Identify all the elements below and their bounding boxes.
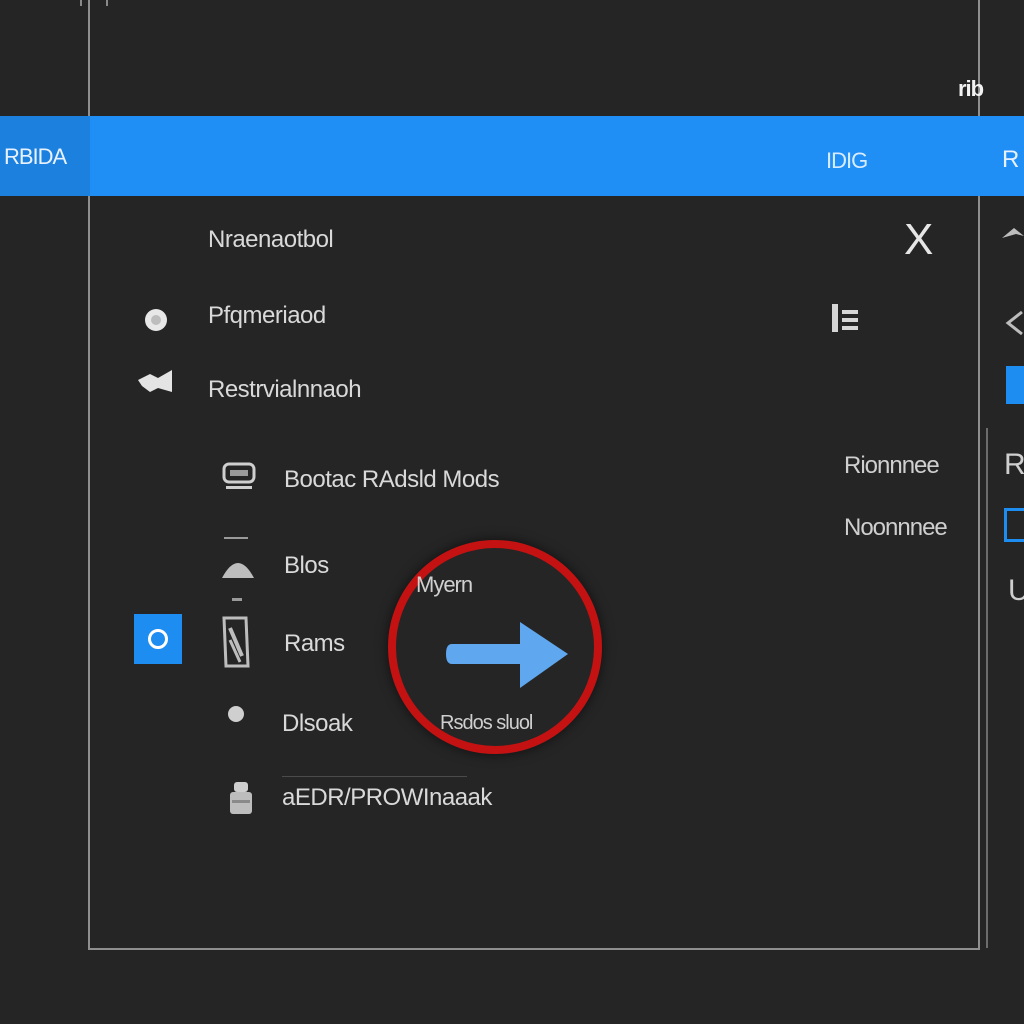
dot-icon (226, 704, 246, 729)
right-panel-label[interactable]: Rionnnee (844, 452, 940, 480)
header-center-label[interactable]: IDIG (826, 148, 868, 174)
right-panel-label[interactable]: Noonnnee (844, 514, 948, 542)
arrow-right-icon[interactable] (444, 616, 574, 701)
caret-up-icon[interactable] (1000, 222, 1024, 247)
dot-icon (142, 306, 170, 339)
stamp-icon (226, 780, 256, 825)
highlight-top-label: Myern (416, 572, 473, 597)
close-button[interactable]: X (904, 218, 933, 262)
selected-item-badge[interactable] (134, 614, 182, 664)
right-edge-indicator (1004, 508, 1024, 542)
item-underline (282, 776, 467, 777)
right-edge-glyph: U (1008, 574, 1024, 607)
right-edge-glyph: R (1004, 448, 1024, 481)
menu-item-label[interactable]: aEDR/PROWInaaak (282, 784, 492, 812)
menu-item-label[interactable]: Rams (284, 630, 345, 658)
menu-item-label[interactable]: Bootac RAdsld Mods (284, 466, 500, 494)
corner-label: rib (958, 76, 984, 101)
drive-icon (220, 460, 260, 497)
pane-divider[interactable] (986, 428, 988, 948)
menu-title: Nraenaotbol (208, 226, 334, 253)
eject-icon (218, 534, 258, 609)
menu-item-label[interactable]: Pfqmeriaod (208, 302, 326, 330)
header-bar[interactable]: RBIDA IDIG R (0, 116, 1024, 196)
right-edge-tab[interactable] (1006, 366, 1024, 404)
chevron-left-icon[interactable] (1004, 310, 1024, 341)
flag-icon (136, 366, 176, 401)
menu-item-label[interactable]: Blos (284, 552, 329, 580)
document-icon (220, 616, 252, 675)
header-edge-label: R (1002, 146, 1020, 173)
menu-item-label[interactable]: Restrvialnnaoh (208, 376, 362, 404)
tools-icon[interactable] (828, 300, 864, 341)
highlight-bottom-label: Rsdos sluol (440, 712, 533, 734)
header-left-label: RBIDA (4, 144, 67, 169)
screen: rib RBIDA IDIG R Nraenaotbol X Pfqmeriao… (0, 0, 1024, 1024)
menu-item-label[interactable]: Dlsoak (282, 710, 353, 738)
